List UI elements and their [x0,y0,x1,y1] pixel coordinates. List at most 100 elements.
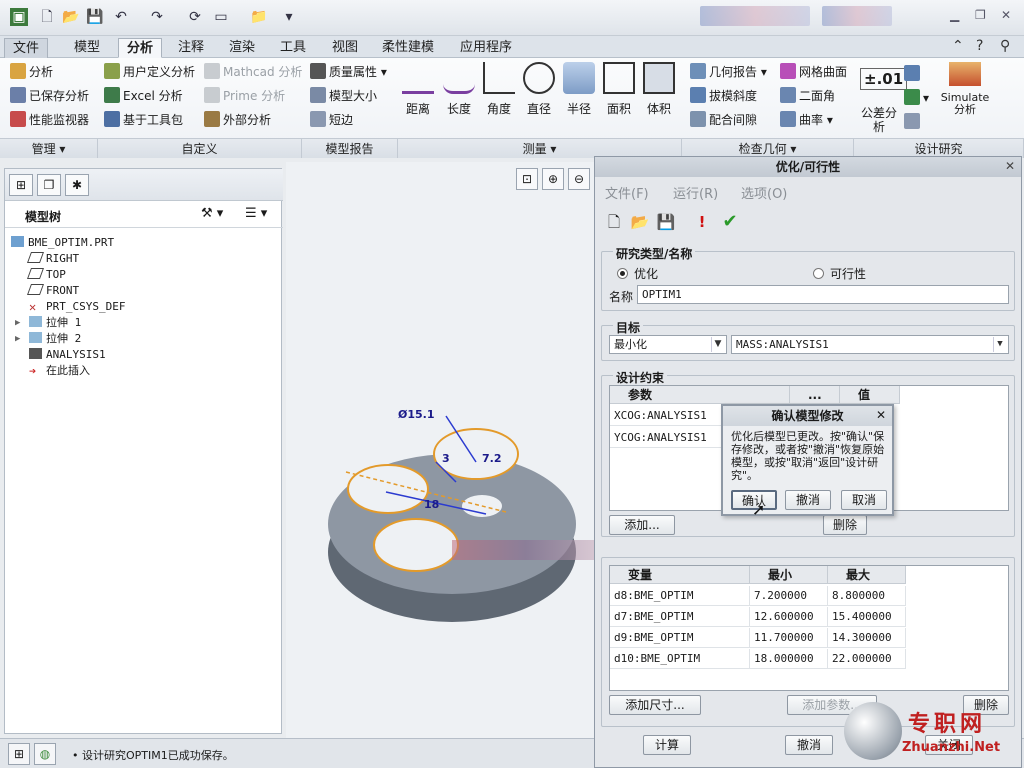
draft-button[interactable]: 拔模斜度 [690,86,757,106]
group-measure[interactable]: 测量 ▾ [398,138,682,158]
analysis-button[interactable]: 分析 [10,62,53,82]
tree-item-part[interactable]: BME_OPTIM.PRT [11,235,114,251]
new-icon[interactable]: 🗋 [38,8,56,26]
feasibility-icon[interactable]: ▾ [904,88,929,108]
tab-tools[interactable]: 工具 [272,38,314,58]
toolkit-button[interactable]: 基于工具包 [104,110,183,130]
max-value[interactable]: 8.800000 [828,586,906,606]
table-row[interactable]: d8:BME_OPTIM [610,586,750,606]
tab-flexible-modeling[interactable]: 柔性建模 [374,38,442,58]
tree-item-top[interactable]: TOP [26,267,66,283]
menu-run[interactable]: 运行(R) [673,183,718,202]
group-manage[interactable]: 管理 ▾ [0,138,98,158]
folder-browser-tab-icon[interactable]: ❐ [37,174,61,196]
goal-param-select[interactable]: MASS:ANALYSIS1 ▼ [731,335,1009,354]
search-icon[interactable]: ⚲ [1000,38,1010,54]
customize-icon[interactable]: ▾ [280,8,298,26]
tab-render[interactable]: 渲染 [221,38,263,58]
dihedral-angle-button[interactable]: 二面角 [780,86,835,106]
undo-button[interactable]: 撤消 [785,490,831,510]
angle-button[interactable]: 角度 [479,62,519,117]
min-value[interactable]: 12.600000 [750,607,828,627]
tolerance-analysis-button[interactable]: 公差分析 [858,106,900,134]
diameter-button[interactable]: 直径 [519,62,559,117]
redo-icon[interactable]: ↷ [148,8,166,26]
delete-constraint-button[interactable]: 删除 [823,515,867,535]
tree-item-right[interactable]: RIGHT [26,251,79,267]
accept-icon[interactable]: ✔ [719,211,741,233]
table-row[interactable]: d10:BME_OPTIM [610,649,750,669]
performance-monitor-button[interactable]: 性能监视器 [10,110,89,130]
dim-label[interactable]: Ø15.1 [398,408,435,421]
distance-button[interactable]: 距离 [398,62,438,117]
sensitivity-icon[interactable] [904,64,923,84]
tree-item-front[interactable]: FRONT [26,283,79,299]
max-value[interactable]: 22.000000 [828,649,906,669]
add-constraint-button[interactable]: 添加... [609,515,675,535]
saved-analysis-button[interactable]: 已保存分析 [10,86,89,106]
tree-item-csys[interactable]: ✕ PRT_CSYS_DEF [29,299,125,315]
simulate-analysis-button[interactable]: Simulate 分析 [940,62,990,116]
close-icon[interactable]: ✕ [1005,159,1015,173]
show-icon[interactable]: ☰ ▾ [245,206,267,221]
undo-button[interactable]: 撤消 [785,735,833,755]
group-inspect[interactable]: 检查几何 ▾ [682,138,854,158]
model-tree-tab-icon[interactable]: ⊞ [9,174,33,196]
tab-model[interactable]: 模型 [66,38,108,58]
tree-item-analysis[interactable]: ANALYSIS1 [29,347,106,363]
name-field[interactable]: OPTIM1 [637,285,1009,304]
tab-annotate[interactable]: 注释 [170,38,212,58]
graphics-viewport[interactable]: Ø15.1 7.2 18 3 [286,162,594,738]
tree-item-extrude-1[interactable]: ▶ 拉伸 1 [15,315,81,331]
tree-item-extrude-2[interactable]: ▶ 拉伸 2 [15,331,81,347]
dim-label[interactable]: 3 [442,452,450,465]
open-icon[interactable]: 📂 [62,8,80,26]
clearance-button[interactable]: 配合间隙 [690,110,757,130]
volume-button[interactable]: 体积 [639,62,679,117]
browser-toggle-icon[interactable]: ◍ [34,743,56,765]
open-icon[interactable]: 📂 [629,211,651,233]
dim-label[interactable]: 18 [424,498,439,511]
min-value[interactable]: 7.200000 [750,586,828,606]
short-edge-button[interactable]: 短边 [310,110,353,130]
area-button[interactable]: 面积 [599,62,639,117]
tab-file[interactable]: 文件 [4,38,49,58]
max-value[interactable]: 15.400000 [828,607,906,627]
menu-options[interactable]: 选项(O) [741,183,787,202]
tab-analysis[interactable]: 分析 [118,38,163,58]
min-value[interactable]: 18.000000 [750,649,828,669]
app-icon[interactable]: ▣ [10,8,28,26]
expand-icon[interactable]: ▶ [15,331,20,347]
close-icon[interactable]: ✕ [1001,8,1011,22]
goal-type-select[interactable]: 最小化 ▼ [609,335,727,354]
curvature-button[interactable]: 曲率 ▾ [780,110,833,130]
radius-button[interactable]: 半径 [559,62,599,117]
user-defined-analysis-button[interactable]: 用户定义分析 [104,62,195,82]
run-icon[interactable]: ! [691,211,713,233]
tab-applications[interactable]: 应用程序 [452,38,520,58]
min-value[interactable]: 11.700000 [750,628,828,648]
table-row[interactable]: d9:BME_OPTIM [610,628,750,648]
menu-file[interactable]: 文件(F) [605,183,649,202]
restore-icon[interactable]: ❐ [975,8,986,22]
mesh-surface-button[interactable]: 网格曲面 [780,62,847,82]
prime-analysis-button[interactable]: Prime 分析 [204,86,285,106]
regenerate-icon[interactable]: ⟳ [186,8,204,26]
windows-icon[interactable]: ▭ [212,8,230,26]
radio-feasibility[interactable]: 可行性 [813,265,866,282]
table-row[interactable]: d7:BME_OPTIM [610,607,750,627]
close-icon[interactable]: ✕ [876,408,886,422]
settings-icon[interactable]: ⚒ ▾ [201,206,223,221]
zoom-out-icon[interactable]: ⊖ [568,168,590,190]
expand-icon[interactable]: ▶ [15,315,20,331]
external-analysis-button[interactable]: 外部分析 [204,110,271,130]
new-icon[interactable]: 🗋 [603,211,625,233]
radio-optimize[interactable]: 优化 [617,265,658,282]
tolerance-button[interactable]: ±.01 [860,68,908,90]
refit-icon[interactable]: ⊡ [516,168,538,190]
length-button[interactable]: 长度 [439,62,479,117]
zoom-in-icon[interactable]: ⊕ [542,168,564,190]
navigator-toggle-icon[interactable]: ⊞ [8,743,30,765]
folder-icon[interactable]: 📁 [250,8,268,26]
undo-icon[interactable]: ↶ [112,8,130,26]
